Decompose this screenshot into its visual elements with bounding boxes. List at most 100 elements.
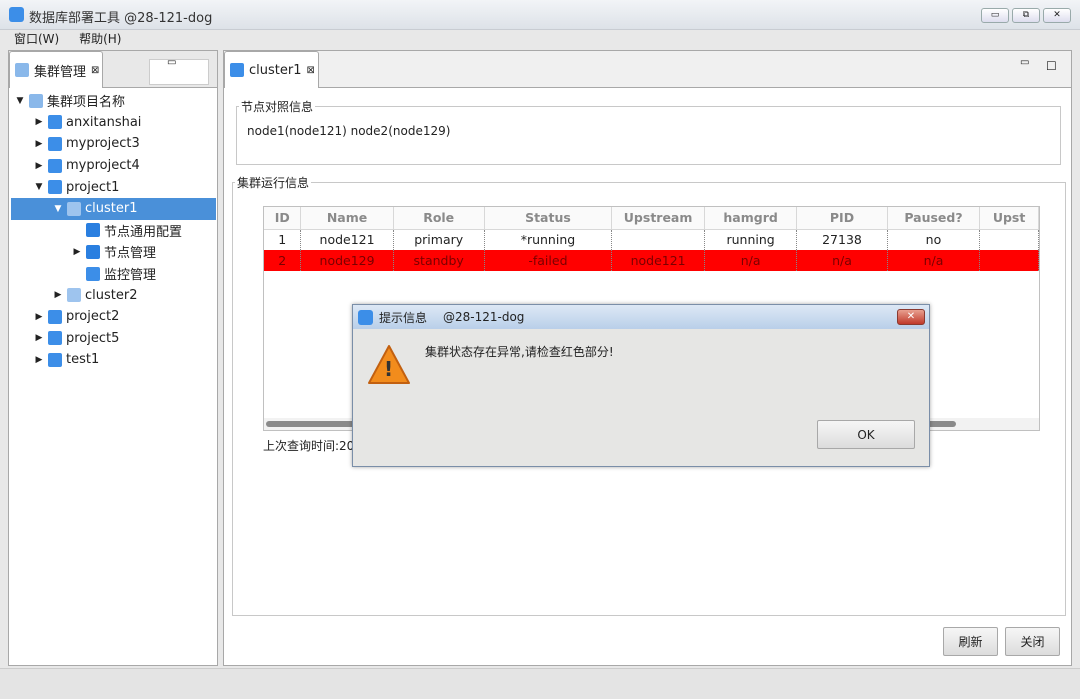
- expand-arrow-icon[interactable]: ▼: [34, 182, 44, 192]
- dialog-title: 提示信息: [379, 310, 428, 325]
- tree-item[interactable]: ▶ cluster2: [11, 284, 216, 306]
- column-header[interactable]: ID: [264, 207, 302, 230]
- column-header[interactable]: Name: [300, 207, 394, 230]
- table-cell: running: [704, 229, 798, 250]
- expand-arrow-icon[interactable]: ▶: [34, 117, 44, 127]
- title-bar: 数据库部署工具 @28-121-dog ▭ ⧉ ✕: [0, 0, 1080, 30]
- minimize-window-button[interactable]: ▭: [981, 8, 1009, 23]
- project-icon: [48, 158, 62, 173]
- tree-item-label: project5: [66, 330, 120, 346]
- tree-item[interactable]: ▶ project5: [11, 328, 216, 350]
- restore-window-button[interactable]: ⧉: [1012, 8, 1040, 23]
- warning-icon: !: [367, 343, 411, 387]
- tab-cluster1[interactable]: cluster1 ⊠: [224, 51, 319, 88]
- table-cell: n/a: [704, 250, 798, 271]
- database-icon: [86, 223, 100, 238]
- expand-arrow-icon[interactable]: ▶: [34, 312, 44, 322]
- table-cell: primary: [393, 229, 485, 250]
- table-cell: standby: [393, 250, 485, 271]
- tree-item-label: myproject3: [66, 136, 140, 152]
- column-header[interactable]: Upst: [979, 207, 1039, 230]
- tree-item-label: cluster1: [85, 201, 138, 217]
- tree-item[interactable]: ▶ anxitanshai: [11, 112, 216, 134]
- table-cell: n/a: [796, 250, 888, 271]
- tab-close-icon[interactable]: ⊠: [91, 65, 99, 76]
- database-icon: [86, 244, 100, 259]
- tree-item[interactable]: ▶ project2: [11, 306, 216, 328]
- tree-item[interactable]: ▶ 节点管理: [11, 241, 216, 263]
- expand-arrow-icon[interactable]: ▶: [72, 247, 82, 257]
- group-legend: 集群运行信息: [235, 174, 312, 191]
- expand-arrow-icon[interactable]: ▶: [34, 139, 44, 149]
- table-cell: 2: [264, 250, 302, 271]
- ok-button[interactable]: OK: [817, 420, 915, 449]
- table-cell: node121: [611, 250, 706, 271]
- tab-close-icon[interactable]: ⊠: [306, 65, 314, 76]
- tree-item-label: 监控管理: [104, 268, 157, 284]
- refresh-button[interactable]: 刷新: [943, 627, 998, 656]
- tree-item[interactable]: ▼ project1: [11, 176, 216, 198]
- tree-item-label: 节点管理: [104, 246, 157, 262]
- group-legend: 节点对照信息: [239, 98, 316, 115]
- tab-cluster-management[interactable]: 集群管理 ⊠: [9, 51, 103, 88]
- monitor-icon: [86, 266, 100, 281]
- menu-window[interactable]: 窗口(W): [14, 32, 59, 46]
- tree-item-label: 集群项目名称: [47, 95, 126, 111]
- project-icon: [48, 331, 62, 346]
- tree-item[interactable]: 监控管理: [11, 263, 216, 285]
- tree-item-label: project2: [66, 309, 120, 325]
- close-button[interactable]: 关闭: [1005, 627, 1060, 656]
- dialog-title-bar: 提示信息 @28-121-dog ✕: [353, 305, 929, 329]
- tree-item[interactable]: ▼ cluster1: [11, 198, 216, 220]
- tab-label: 集群管理: [34, 64, 87, 80]
- column-header[interactable]: Paused?: [887, 207, 981, 230]
- dialog-host: @28-121-dog: [443, 310, 525, 324]
- tree-item[interactable]: 节点通用配置: [11, 220, 216, 242]
- table-cell: n/a: [887, 250, 981, 271]
- cluster-icon: [67, 288, 81, 303]
- column-header[interactable]: Status: [484, 207, 613, 230]
- maximize-editor-button[interactable]: ☐: [1046, 59, 1057, 73]
- tree-item-label: test1: [66, 352, 100, 368]
- column-header[interactable]: hamgrd: [704, 207, 798, 230]
- column-header[interactable]: Role: [393, 207, 485, 230]
- minimize-panel-button[interactable]: ▭: [167, 57, 176, 68]
- expand-arrow-icon[interactable]: ▶: [34, 333, 44, 343]
- cluster-root-icon: [29, 93, 43, 108]
- table-cell: node121: [300, 229, 394, 250]
- tree-item[interactable]: ▶ myproject3: [11, 133, 216, 155]
- project-icon: [48, 180, 62, 195]
- dialog-close-button[interactable]: ✕: [897, 309, 925, 325]
- table-row[interactable]: 1 node121 primary *running running 27138 no: [264, 229, 1039, 250]
- table-cell: node129: [300, 250, 394, 271]
- tree-item-label: project1: [66, 179, 120, 195]
- expand-arrow-icon[interactable]: ▶: [34, 355, 44, 365]
- table-cell: [979, 229, 1039, 250]
- table-cell: [611, 229, 706, 250]
- table-cell: no: [887, 229, 981, 250]
- project-icon: [48, 136, 62, 151]
- expand-arrow-icon[interactable]: ▶: [53, 290, 63, 300]
- tree-item[interactable]: ▶ test1: [11, 349, 216, 371]
- table-cell: [979, 250, 1039, 271]
- project-icon: [48, 352, 62, 367]
- column-header[interactable]: Upstream: [611, 207, 706, 230]
- tree-item[interactable]: ▼ 集群项目名称: [11, 90, 216, 112]
- window-title: 数据库部署工具 @28-121-dog: [29, 11, 213, 26]
- minimize-editor-button[interactable]: ▭: [1020, 57, 1029, 68]
- table-row[interactable]: 2 node129 standby -failed node121 n/a n/a n/a: [264, 250, 1039, 271]
- alert-dialog: 提示信息 @28-121-dog ✕ ! 集群状态存在异常,请检查红色部分! O…: [352, 304, 930, 467]
- tree-item[interactable]: ▶ myproject4: [11, 155, 216, 177]
- close-window-button[interactable]: ✕: [1043, 8, 1071, 23]
- node-map-text: node1(node121) node2(node129): [247, 124, 451, 138]
- expand-arrow-icon[interactable]: ▼: [15, 96, 25, 106]
- column-header[interactable]: PID: [796, 207, 888, 230]
- menu-help[interactable]: 帮助(H): [79, 32, 121, 46]
- expand-arrow-icon[interactable]: ▶: [34, 161, 44, 171]
- tab-label: cluster1: [249, 62, 302, 78]
- table-cell: 27138: [796, 229, 888, 250]
- tree-item-label: 节点通用配置: [104, 224, 183, 240]
- expand-arrow-icon[interactable]: ▼: [53, 204, 63, 214]
- tree-item-label: myproject4: [66, 158, 140, 174]
- tree-item-label: anxitanshai: [66, 114, 142, 130]
